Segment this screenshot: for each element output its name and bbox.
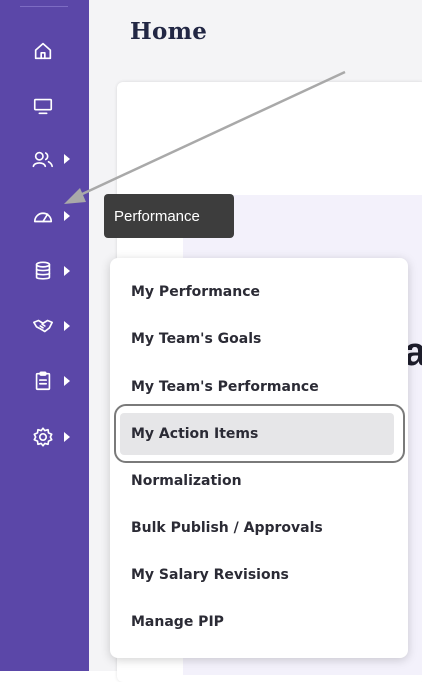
sidebar-item-handshake[interactable] [0,306,89,346]
submenu-item-my-teams-goals[interactable]: My Team's Goals [131,324,261,354]
chevron-right-icon [64,432,70,442]
submenu-item-normalization[interactable]: Normalization [131,466,242,496]
speedometer-icon [30,203,56,229]
submenu-item-bulk-publish-approvals[interactable]: Bulk Publish / Approvals [131,513,323,543]
chevron-right-icon [64,266,70,276]
sidebar-item-users[interactable] [0,139,89,179]
page-title: Home [130,18,208,45]
sidebar-item-settings[interactable] [0,417,89,457]
performance-tooltip: Performance [104,194,234,238]
users-icon [30,146,56,172]
submenu-item-my-salary-revisions[interactable]: My Salary Revisions [131,560,289,590]
sidebar-item-database[interactable] [0,251,89,291]
sidebar-item-monitor[interactable] [0,86,89,126]
chevron-right-icon [64,211,70,221]
submenu-item-my-teams-performance[interactable]: My Team's Performance [131,372,319,402]
submenu-item-manage-pip[interactable]: Manage PIP [131,607,224,637]
submenu-item-my-performance[interactable]: My Performance [131,277,260,307]
clipboard-icon [30,368,56,394]
sidebar [0,0,89,671]
sidebar-item-performance[interactable] [0,196,89,236]
sidebar-divider [20,6,68,7]
home-icon [30,38,56,64]
monitor-icon [30,93,56,119]
chevron-right-icon [64,376,70,386]
handshake-icon [30,313,56,339]
chevron-right-icon [64,321,70,331]
sidebar-item-home[interactable] [0,31,89,71]
sidebar-item-clipboard[interactable] [0,361,89,401]
chevron-right-icon [64,154,70,164]
gear-icon [30,424,56,450]
selection-highlight-ring [114,404,405,463]
database-icon [30,258,56,284]
